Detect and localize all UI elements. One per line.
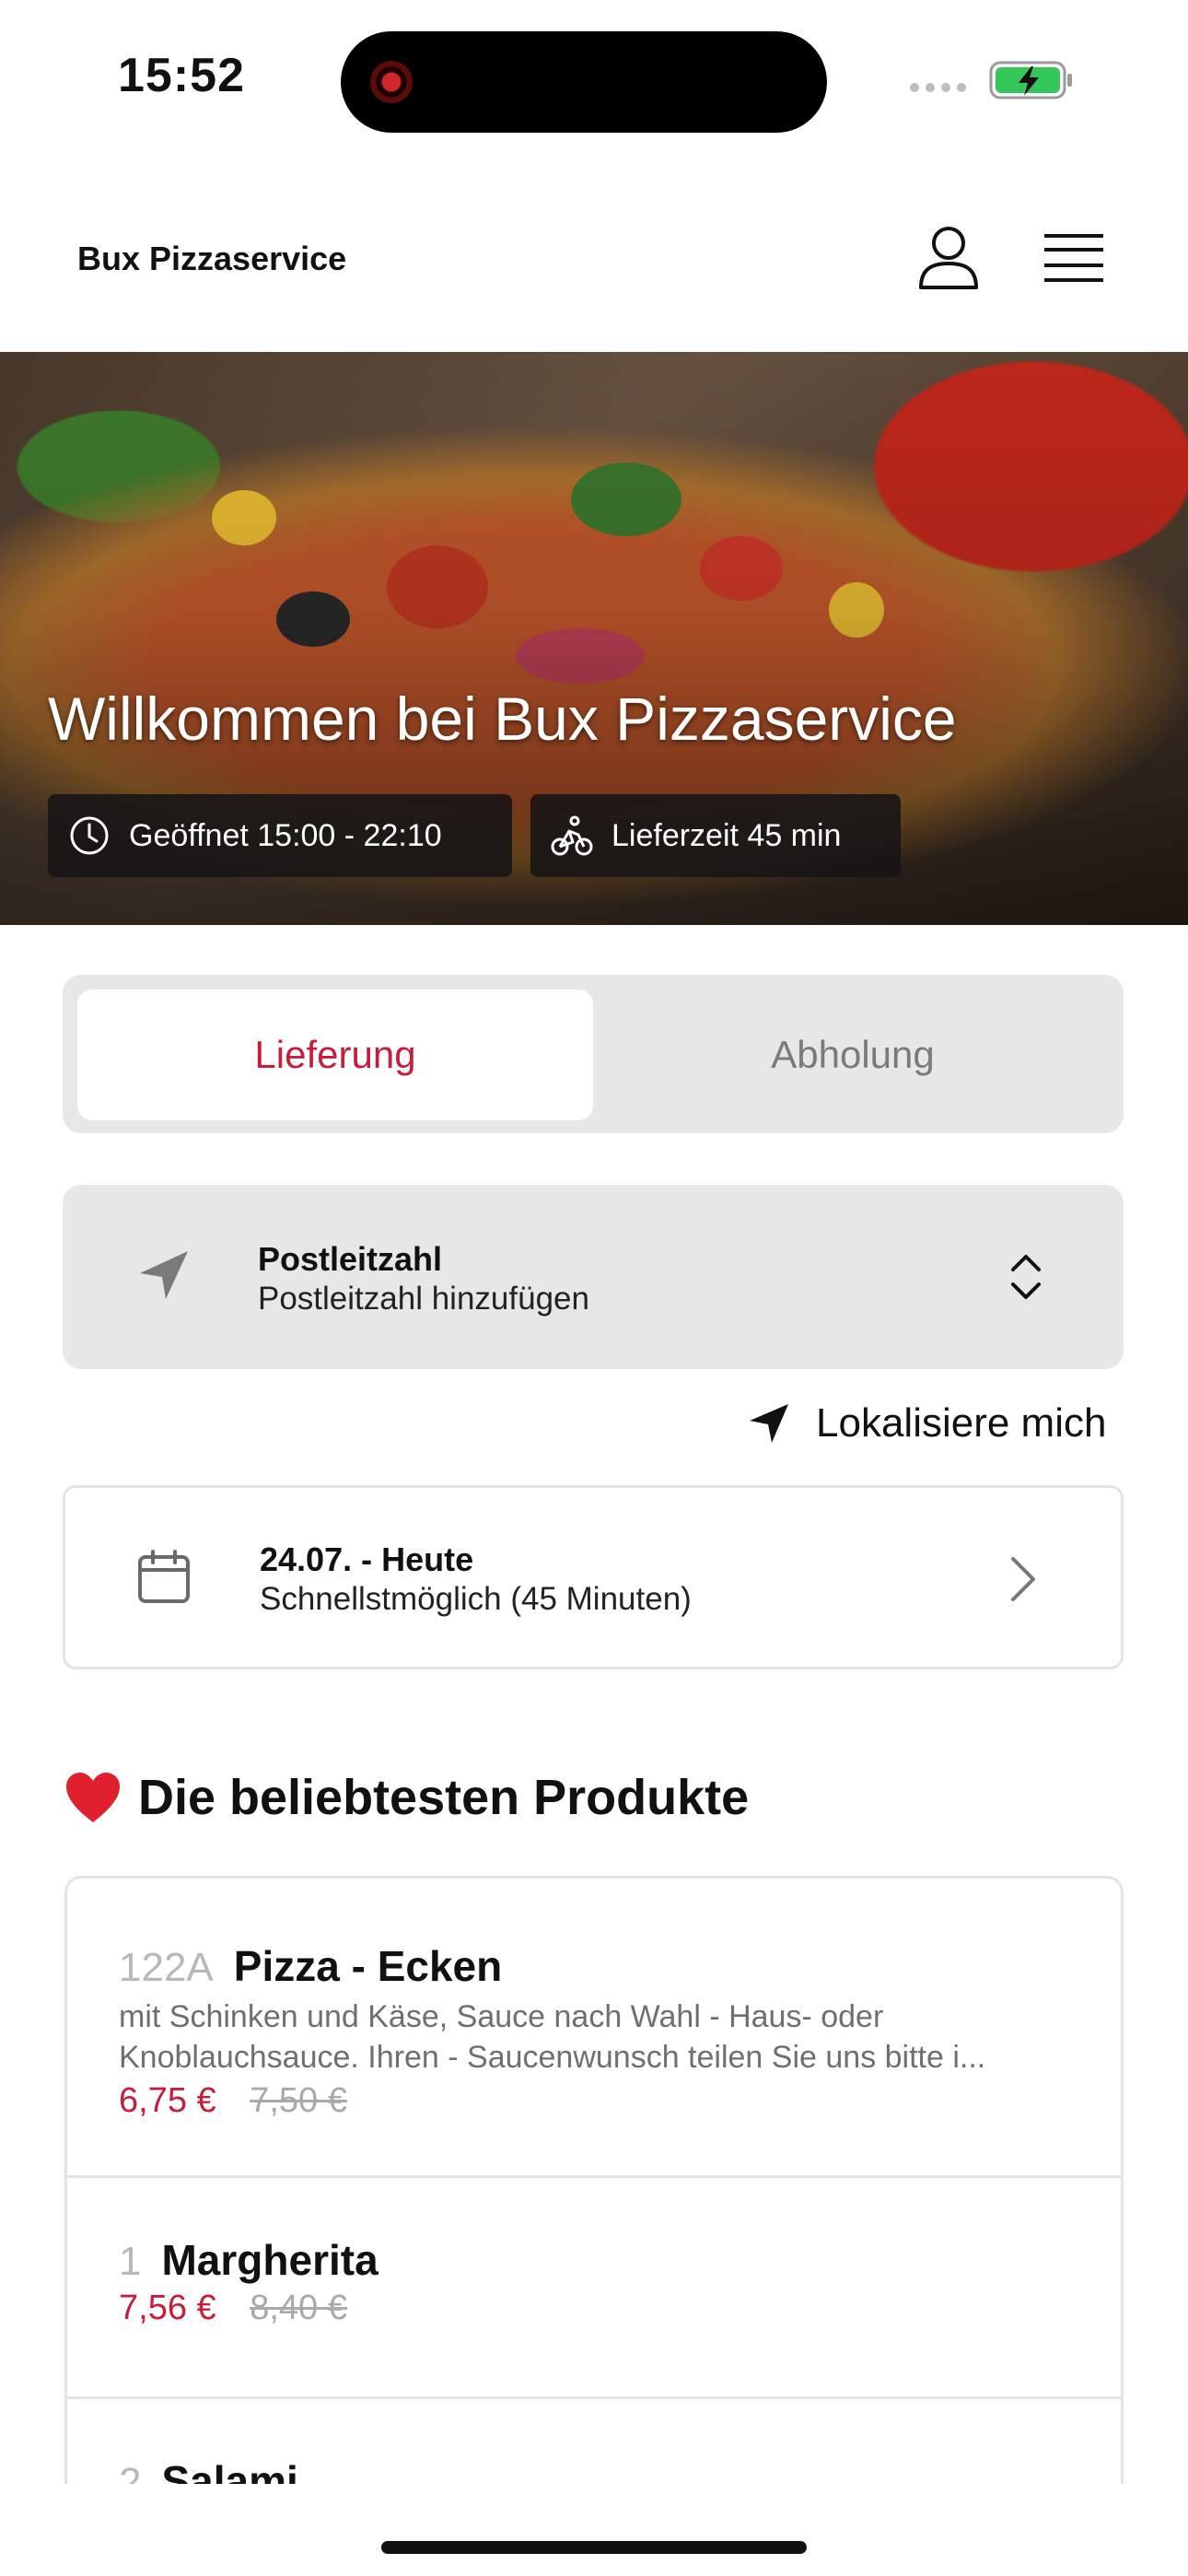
product-item-pizza-ecken[interactable]: 122A Pizza - Ecken mit Schinken und Käse…	[67, 1879, 1121, 2175]
hero-title: Willkommen bei Bux Pizzaservice	[48, 685, 957, 753]
current-price: 6,75 €	[119, 2081, 216, 2120]
chevron-right-icon	[1011, 1557, 1035, 1601]
locate-me-label: Lokalisiere mich	[816, 1400, 1107, 1446]
product-number: 122A	[119, 1945, 214, 1990]
recording-indicator-icon	[370, 61, 413, 103]
product-price: 7,56 € 8,40 €	[119, 2289, 1069, 2328]
product-name: Pizza - Ecken	[233, 1942, 503, 1990]
date-selector[interactable]	[63, 1485, 1124, 1669]
old-price: 7,50 €	[250, 2081, 347, 2120]
calendar-icon	[138, 1550, 190, 1603]
home-indicator[interactable]	[381, 2541, 807, 2554]
heart-icon	[66, 1773, 120, 1822]
tab-lieferung[interactable]: Lieferung	[77, 989, 593, 1120]
product-name: Salami	[161, 2457, 298, 2484]
delivery-time-label: Lieferzeit 45 min	[611, 817, 842, 853]
status-time: 15:52	[118, 49, 245, 102]
product-name: Margherita	[161, 2236, 379, 2284]
popular-title-text: Die beliebtesten Produkte	[138, 1770, 750, 1825]
product-list: 122A Pizza - Ecken mit Schinken und Käse…	[64, 1876, 1124, 2484]
opening-hours-label: Geöffnet 15:00 - 22:10	[129, 817, 442, 853]
battery-charging-icon	[989, 61, 1072, 100]
product-item-salami[interactable]: 2 Salami	[67, 2396, 1121, 2484]
product-price: 6,75 € 7,50 €	[119, 2081, 1069, 2121]
date-title: 24.07. - Heute	[260, 1540, 474, 1578]
user-icon[interactable]	[912, 221, 985, 295]
bicycle-rider-icon	[551, 815, 593, 856]
postcode-selector[interactable]	[63, 1185, 1124, 1369]
product-description: mit Schinken und Käse, Sauce nach Wahl -…	[119, 1999, 986, 2075]
delivery-time-badge: Lieferzeit 45 min	[530, 794, 901, 877]
date-subtitle: Schnellstmöglich (45 Minuten)	[260, 1581, 692, 1617]
tab-abholung[interactable]: Abholung	[595, 989, 1111, 1120]
product-number: 2	[119, 2460, 142, 2484]
brand-title[interactable]: Bux Pizzaservice	[77, 240, 346, 278]
locate-me-button[interactable]: Lokalisiere mich	[748, 1400, 1106, 1446]
product-number: 1	[119, 2239, 142, 2284]
popular-section-title: Die beliebtesten Produkte	[64, 1769, 749, 1826]
product-item-margherita[interactable]: 1 Margherita 7,56 € 8,40 €	[67, 2175, 1121, 2396]
postcode-placeholder[interactable]: Postleitzahl hinzufügen	[258, 1281, 589, 1317]
signal-icon	[910, 83, 966, 92]
clock-icon	[70, 816, 109, 855]
menu-icon[interactable]	[1041, 230, 1107, 286]
location-arrow-icon	[140, 1251, 188, 1299]
old-price: 8,40 €	[250, 2289, 347, 2327]
postcode-label: Postleitzahl	[258, 1240, 443, 1278]
chevron-up-down-icon	[1011, 1255, 1041, 1299]
current-price: 7,56 €	[119, 2289, 216, 2327]
dynamic-island	[341, 31, 827, 133]
opening-hours-badge: Geöffnet 15:00 - 22:10	[48, 794, 512, 877]
location-arrow-icon	[750, 1404, 788, 1443]
